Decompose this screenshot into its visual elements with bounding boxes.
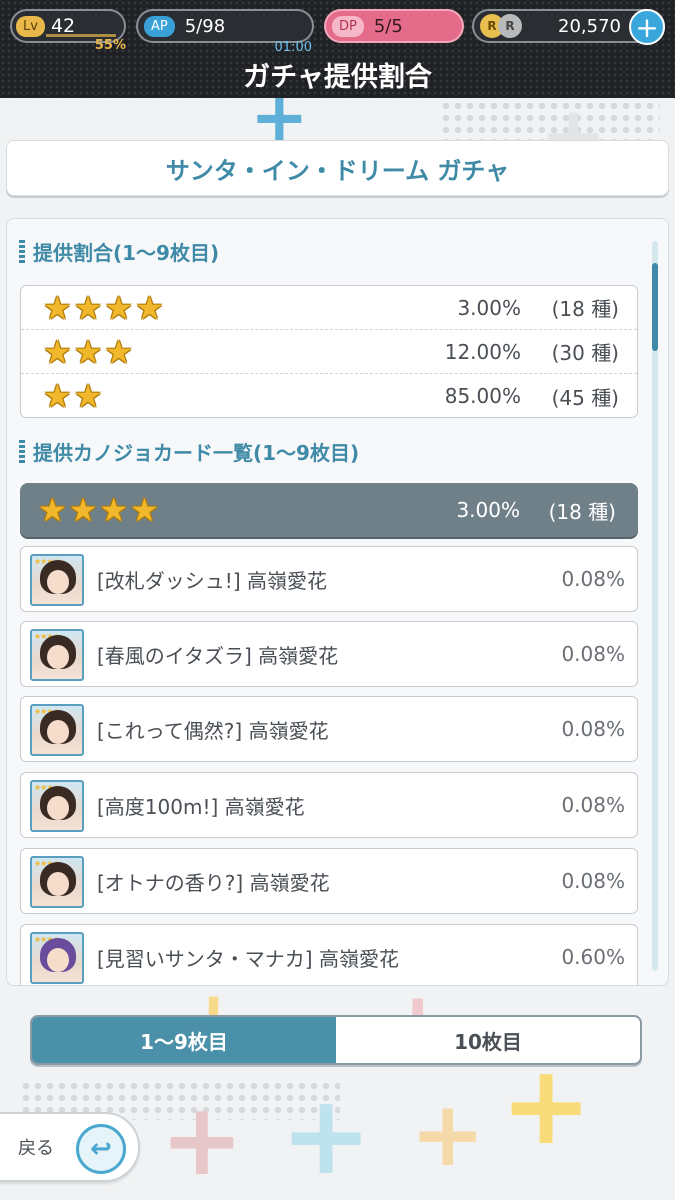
card-list-heading: 提供カノジョカード一覧(1〜9枚目) bbox=[19, 437, 359, 466]
card-rate: 0.08% bbox=[561, 869, 625, 893]
rate-row-3star: ★ ★ ★ 12.00% (30 種) bbox=[21, 330, 637, 374]
rates-heading-text: 提供割合(1〜9枚目) bbox=[33, 241, 220, 265]
tier-rate: 3.00% bbox=[456, 498, 520, 522]
star-icon: ★ bbox=[73, 288, 103, 327]
star-rating: ★ ★ ★ bbox=[43, 336, 135, 368]
rate-count: (18 種) bbox=[551, 297, 619, 321]
ap-indicator: AP 5/98 01:00 bbox=[136, 9, 314, 55]
dp-value: 5/5 bbox=[373, 15, 403, 37]
card-rate: 0.08% bbox=[561, 567, 625, 591]
level-indicator: Lv 42 55% bbox=[10, 9, 126, 53]
star-icon: ★ bbox=[68, 491, 98, 529]
rate-value: 12.00% bbox=[444, 339, 521, 364]
star-icon: ★ bbox=[99, 491, 129, 529]
bg-plus-decoration: + bbox=[410, 1082, 486, 1187]
card-name: [オトナの香り?] 高嶺愛花 bbox=[97, 870, 330, 895]
card-thumbnail: ★★★★ bbox=[30, 780, 84, 832]
card-name: [見習いサンタ・マナカ] 高嶺愛花 bbox=[97, 946, 399, 971]
star-icon: ★ bbox=[73, 332, 103, 371]
gacha-name-banner: サンタ・イン・ドリーム ガチャ bbox=[6, 140, 669, 196]
draw-range-tabs: 1〜9枚目 10枚目 bbox=[30, 1015, 642, 1065]
rates-panel[interactable]: 提供割合(1〜9枚目) ★ ★ ★ ★ 3.00% (18 種) ★ ★ ★ 1… bbox=[6, 218, 669, 986]
card-item[interactable]: ★★★★ [改札ダッシュ!] 高嶺愛花 0.08% bbox=[20, 546, 638, 612]
heading-marker bbox=[19, 239, 25, 264]
card-name: [春風のイタズラ] 高嶺愛花 bbox=[97, 643, 339, 668]
rate-row-4star: ★ ★ ★ ★ 3.00% (18 種) bbox=[21, 286, 637, 330]
heading-marker bbox=[19, 439, 25, 464]
card-rate: 0.08% bbox=[561, 642, 625, 666]
star-icon: ★ bbox=[43, 377, 72, 415]
tier-count: (18 種) bbox=[548, 499, 616, 524]
card-rate: 0.60% bbox=[561, 945, 625, 969]
dp-tag: DP bbox=[332, 15, 364, 37]
bg-plus-decoration: + bbox=[160, 1081, 244, 1198]
rate-value: 3.00% bbox=[457, 295, 521, 320]
card-item[interactable]: ★★★★ [春風のイタズラ] 高嶺愛花 0.08% bbox=[20, 621, 638, 687]
card-thumbnail: ★★★★ bbox=[30, 856, 84, 908]
card-thumbnail: ★★★★ bbox=[30, 629, 84, 681]
card-thumbnail: ★★★★ bbox=[30, 704, 84, 756]
rate-row-2star: ★ ★ 85.00% (45 種) bbox=[21, 374, 637, 418]
star-rating: ★ ★ ★ ★ bbox=[38, 494, 161, 526]
star-icon: ★ bbox=[38, 491, 67, 529]
back-arrow-icon: ↩ bbox=[76, 1124, 126, 1174]
tab-1-9[interactable]: 1〜9枚目 bbox=[32, 1017, 336, 1063]
star-icon: ★ bbox=[135, 288, 164, 327]
top-status-bar: Lv 42 55% AP 5/98 01:00 DP 5/5 R R 20,57… bbox=[0, 0, 675, 98]
card-thumbnail: ★★★★ bbox=[30, 932, 84, 984]
card-name: [これって偶然?] 高嶺愛花 bbox=[97, 718, 329, 743]
rate-count: (30 種) bbox=[551, 341, 619, 365]
back-button[interactable]: 戻る ↩ bbox=[0, 1112, 140, 1182]
rates-heading: 提供割合(1〜9枚目) bbox=[19, 237, 219, 266]
dp-indicator: DP 5/5 bbox=[324, 9, 464, 43]
coin-indicator: R R 20,570 + bbox=[472, 9, 665, 45]
card-item[interactable]: ★★★★ [オトナの香り?] 高嶺愛花 0.08% bbox=[20, 848, 638, 914]
rate-count: (45 種) bbox=[551, 385, 619, 410]
scrollbar-thumb[interactable] bbox=[652, 263, 658, 351]
level-tag: Lv bbox=[16, 15, 45, 37]
card-item[interactable]: ★★★★ [これって偶然?] 高嶺愛花 0.08% bbox=[20, 696, 638, 762]
star-icon: ★ bbox=[43, 332, 72, 371]
star-rating: ★ ★ ★ ★ bbox=[43, 292, 166, 324]
card-item[interactable]: ★★★★ [見習いサンタ・マナカ] 高嶺愛花 0.60% bbox=[20, 924, 638, 985]
tier-header-4star[interactable]: ★ ★ ★ ★ 3.00% (18 種) bbox=[20, 483, 638, 537]
star-icon: ★ bbox=[130, 491, 159, 529]
star-icon: ★ bbox=[43, 288, 72, 327]
coin-icon-secondary: R bbox=[498, 14, 522, 38]
bg-plus-decoration: + bbox=[500, 1041, 593, 1169]
back-label: 戻る bbox=[18, 1138, 54, 1159]
level-progress: 55% bbox=[94, 38, 126, 53]
rate-value: 85.00% bbox=[444, 384, 521, 408]
plus-icon[interactable]: + bbox=[629, 9, 665, 45]
rates-table: ★ ★ ★ ★ 3.00% (18 種) ★ ★ ★ 12.00% (30 種)… bbox=[20, 285, 638, 418]
coin-value: 20,570 bbox=[558, 15, 621, 37]
star-icon: ★ bbox=[73, 377, 103, 415]
star-icon: ★ bbox=[104, 288, 134, 327]
card-item[interactable]: ★★★★ [高度100m!] 高嶺愛花 0.08% bbox=[20, 772, 638, 838]
star-icon: ★ bbox=[104, 332, 134, 371]
card-rate: 0.08% bbox=[561, 717, 625, 741]
bg-plus-decoration: + bbox=[280, 1071, 373, 1199]
card-list-heading-text: 提供カノジョカード一覧(1〜9枚目) bbox=[33, 441, 360, 465]
card-name: [高度100m!] 高嶺愛花 bbox=[97, 794, 305, 819]
ap-tag: AP bbox=[144, 15, 175, 37]
card-rate: 0.08% bbox=[561, 793, 625, 817]
star-rating: ★ ★ bbox=[43, 380, 104, 412]
card-thumbnail: ★★★★ bbox=[30, 554, 84, 606]
ap-timer: 01:00 bbox=[274, 40, 312, 55]
page-title: ガチャ提供割合 bbox=[243, 62, 432, 93]
card-name: [改札ダッシュ!] 高嶺愛花 bbox=[97, 568, 327, 593]
ap-value: 5/98 bbox=[184, 15, 226, 37]
level-progress-bar bbox=[46, 34, 116, 37]
tab-10th[interactable]: 10枚目 bbox=[336, 1017, 640, 1063]
